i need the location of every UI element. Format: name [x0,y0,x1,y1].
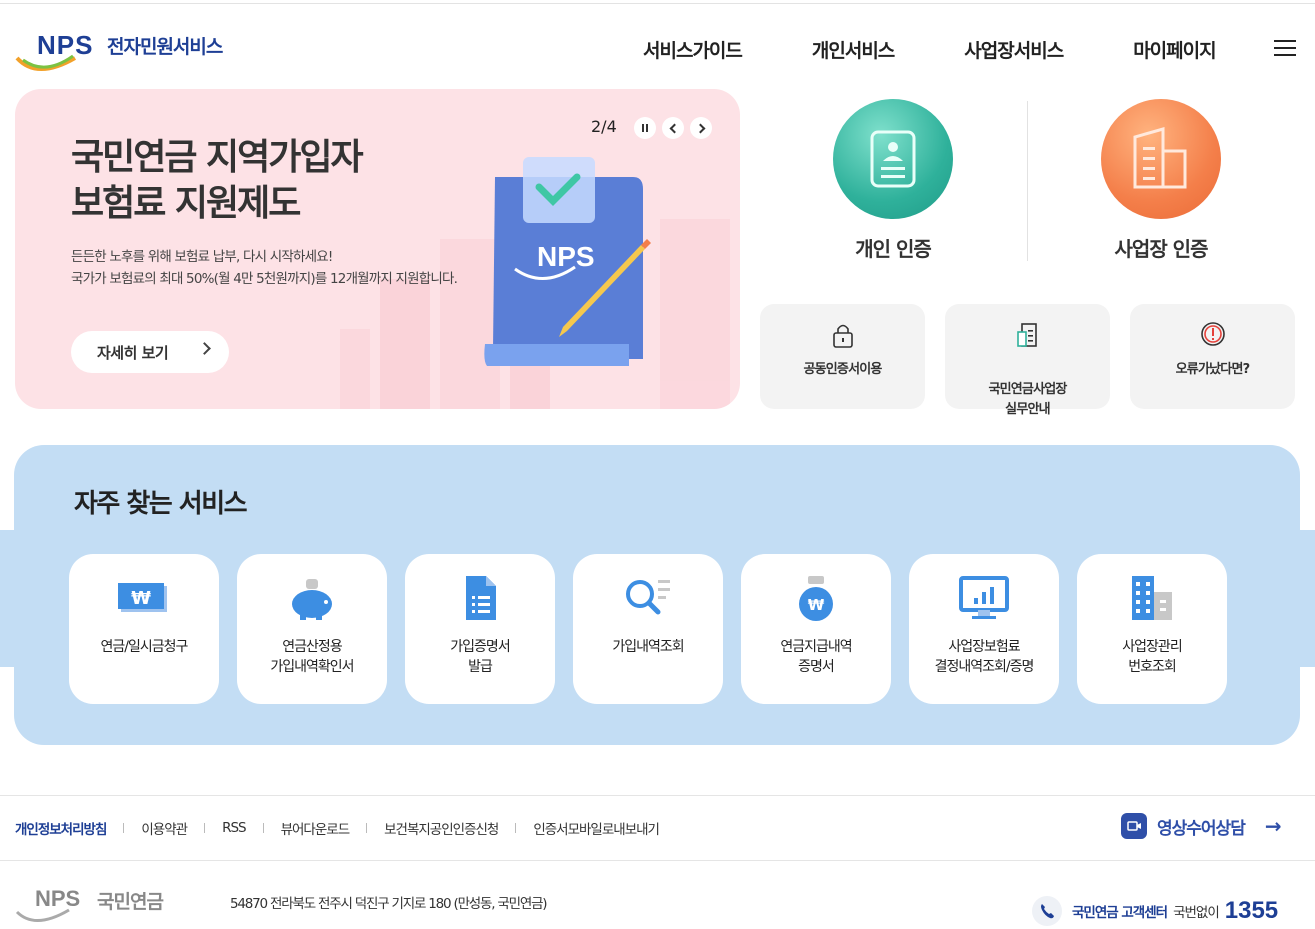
svc-calc-cert[interactable]: 연금산정용 가입내역확인서 [237,554,387,704]
footer-link-cert-apply[interactable]: 보건복지공인인증신청 [384,818,499,838]
document-list-icon [466,576,496,620]
more-button-label: 자세히 보기 [97,343,169,362]
prev-slide-button[interactable] [662,117,684,139]
footer-logo-mark: NPS [35,886,81,911]
personal-auth-button[interactable]: 개인 인증 [793,99,993,262]
footer-address: 54870 전라북도 전주시 덕진구 기지로 180 (만성동, 국민연금) [230,896,548,912]
footer-link-rss[interactable]: RSS [222,820,247,836]
won-bill-icon: ₩ [118,583,167,612]
main-nav: 서비스가이드 개인서비스 사업장서비스 마이페이지 [643,36,1217,63]
nav-business-service[interactable]: 사업장서비스 [964,36,1064,63]
document-icon [1017,323,1037,347]
search-list-icon [626,580,670,615]
document-pencil-illustration: NPS [484,157,651,366]
svc-biz-premium[interactable]: 사업장보험료 결정내역조회/증명 [909,554,1059,704]
top-border [0,3,1315,4]
quick-cert-button[interactable]: 공동인증서이용 [760,304,925,409]
callcenter-number: 1355 [1224,897,1279,924]
building-icon [1132,576,1172,620]
callcenter-sub: 국번없이 [1173,905,1220,921]
svg-text:₩: ₩ [131,588,151,609]
nav-personal-service[interactable]: 개인서비스 [812,36,895,63]
footer-link-privacy[interactable]: 개인정보처리방침 [15,818,107,838]
logo-mark: NPS [37,30,94,60]
pause-button[interactable] [634,117,656,139]
footer-link-terms[interactable]: 이용약관 [141,818,188,838]
svc-pension-claim-label: 연금/일시금청구 [100,639,189,655]
svc-biz-premium-label: 사업장보험료 결정내역조회/증명 [934,639,1035,675]
auth-divider [1027,101,1028,261]
quick-error-label: 오류가났다면? [1175,362,1251,377]
footer-link-viewer[interactable]: 뷰어다운로드 [281,818,351,838]
svc-join-cert-label: 가입증명서 발급 [450,639,510,675]
building-icon [1101,99,1221,219]
svc-biz-number-label: 사업장관리 번호조회 [1122,639,1182,675]
hero-description: 든든한 노후를 위해 보험료 납부, 다시 시작하세요! 국가가 보험료의 최대… [71,249,458,287]
callcenter-label: 국민연금 고객센터 [1072,905,1168,921]
arrow-right-icon: → [1264,814,1282,838]
footer-divider-top [0,795,1315,796]
personal-id-icon [833,99,953,219]
business-auth-button[interactable]: 사업장 인증 [1061,99,1261,262]
sign-language-consult-label: 영상수어상담 [1157,818,1246,839]
piggy-bank-icon [292,579,332,620]
svg-text:₩: ₩ [808,596,825,614]
alert-icon [1201,322,1225,346]
svc-pension-claim[interactable]: ₩ 연금/일시금청구 [69,554,219,704]
svc-join-cert[interactable]: 가입증명서 발급 [405,554,555,704]
svc-payment-cert[interactable]: ₩ 연금지급내역 증명서 [741,554,891,704]
quick-workguide-button[interactable]: 국민연금사업장 실무안내 [945,304,1110,417]
frequent-title: 자주 찾는 서비스 [74,489,248,519]
footer-link-cert-mobile[interactable]: 인증서모바일로내보내기 [533,818,660,838]
next-slide-button[interactable] [690,117,712,139]
footer-logo: NPS 국민연금 [15,886,185,926]
nav-service-guide[interactable]: 서비스가이드 [643,36,743,63]
sign-language-consult-button[interactable]: 영상수어상담 → [1121,813,1282,839]
phone-icon [1032,896,1062,926]
svc-payment-cert-label: 연금지급내역 증명서 [780,639,852,675]
svc-calc-cert-label: 연금산정용 가입내역확인서 [270,639,354,675]
video-chat-icon [1121,813,1147,839]
more-button[interactable]: 자세히 보기 [71,331,229,373]
monitor-chart-icon [959,576,1009,619]
footer-logo-text: 국민연금 [97,891,164,913]
site-logo[interactable]: NPS 전자민원서비스 [15,28,240,76]
quick-workguide-label: 국민연금사업장 실무안내 [988,382,1067,417]
footer-divider-bottom [0,860,1315,861]
logo-text: 전자민원서비스 [107,36,223,58]
quick-error-button[interactable]: 오류가났다면? [1130,304,1295,409]
hero-title: 국민연금 지역가입자 보험료 지원제도 [71,137,364,224]
quick-cert-label: 공동인증서이용 [803,362,882,377]
svc-join-history[interactable]: 가입내역조회 [573,554,723,704]
svg-text:NPS: NPS [537,241,595,272]
footer-links: 개인정보처리방침 이용약관 RSS 뷰어다운로드 보건복지공인인증신청 인증서모… [15,818,660,838]
frequent-services: 자주 찾는 서비스 ₩ 연금/일시금청구 연금산정용 가입내역확인서 가입증명서… [14,445,1300,745]
menu-icon[interactable] [1274,40,1296,58]
lock-icon [833,324,853,348]
svc-biz-number[interactable]: 사업장관리 번호조회 [1077,554,1227,704]
callcenter-info: 국민연금 고객센터 국번없이 1355 [1032,896,1278,926]
business-auth-label: 사업장 인증 [1114,237,1209,261]
slide-counter: 2/4 [591,117,617,136]
hero-banner[interactable]: 국민연금 지역가입자 보험료 지원제도 든든한 노후를 위해 보험료 납부, 다… [15,89,740,409]
money-bag-icon: ₩ [799,576,833,621]
nav-mypage[interactable]: 마이페이지 [1133,36,1216,63]
chevron-right-icon [198,342,211,355]
personal-auth-label: 개인 인증 [855,237,932,261]
svc-join-history-label: 가입내역조회 [612,639,684,655]
